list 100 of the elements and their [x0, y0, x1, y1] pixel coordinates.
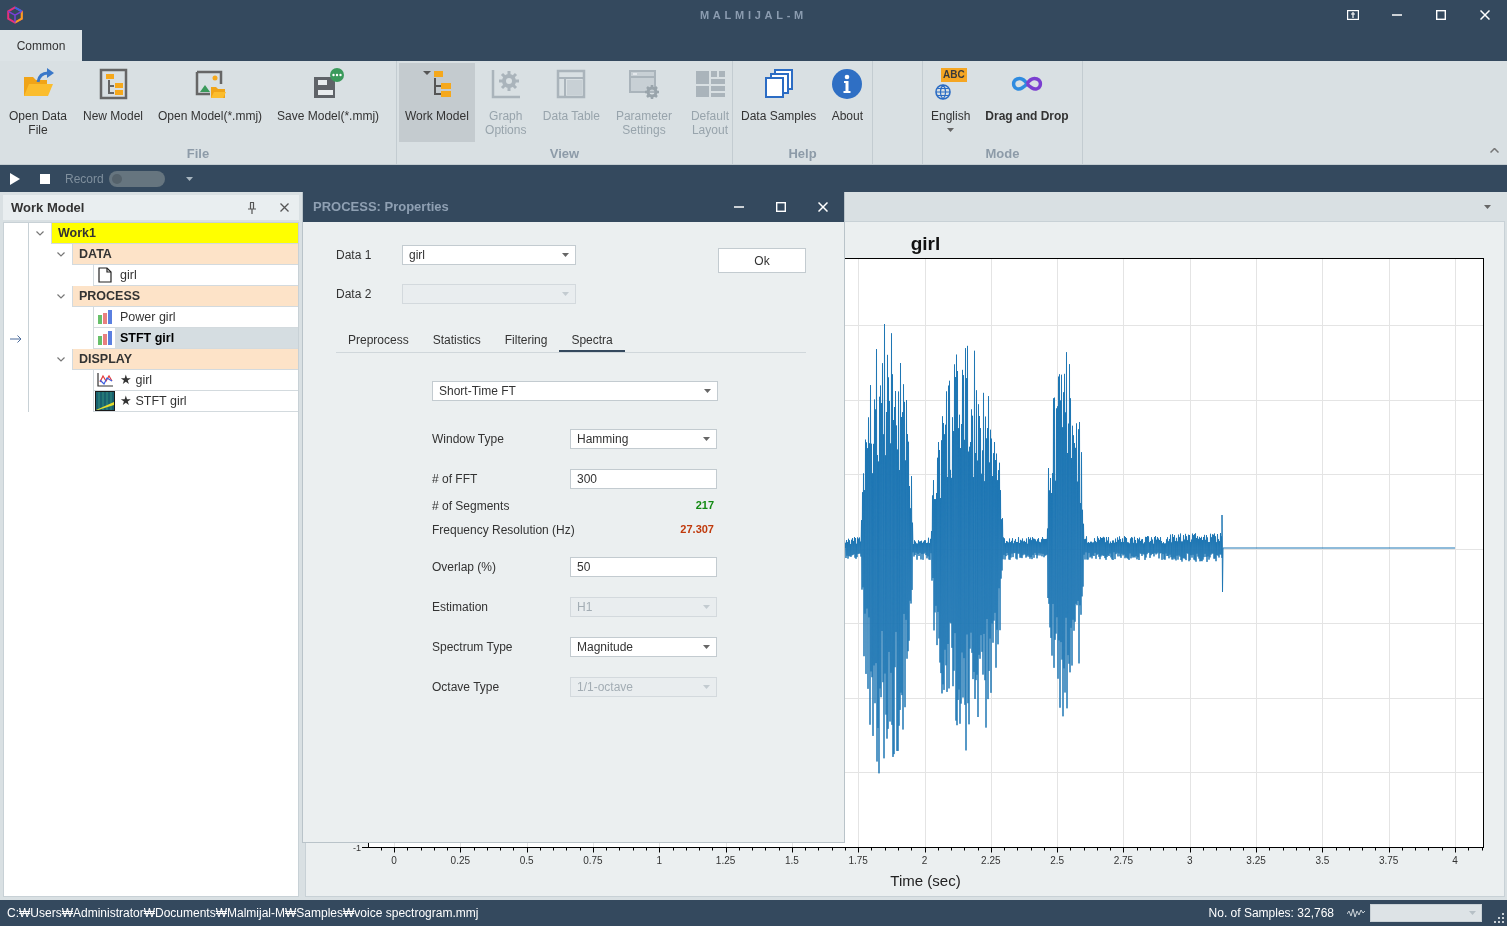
field-label: Estimation	[432, 599, 489, 616]
axis-tick-label: 0	[391, 855, 397, 866]
ok-button[interactable]: Ok	[718, 248, 806, 273]
caret-down-icon	[947, 128, 955, 132]
ribbon-button[interactable]: New Model	[77, 63, 150, 142]
axis-tick-label: 2.75	[1113, 855, 1134, 866]
axis-tick-label: 3.75	[1378, 855, 1399, 866]
ribbon-button[interactable]: Open Model(*.mmj)	[152, 63, 269, 142]
tab-list-button[interactable]	[1483, 202, 1492, 211]
dropdown[interactable]: Short-Time FT	[432, 381, 718, 401]
dropdown[interactable]: girl	[402, 245, 576, 265]
caret-down-icon	[1484, 204, 1491, 209]
dropdown-button[interactable]	[184, 174, 194, 183]
tab[interactable]: Preprocess	[336, 330, 421, 352]
tree-item[interactable]: PROCESS	[72, 286, 298, 307]
maximize-icon	[776, 202, 786, 212]
close-icon	[1480, 10, 1490, 20]
waveform-icon	[1347, 908, 1365, 918]
caret-down-icon	[703, 605, 710, 609]
square-plus-icon	[1347, 10, 1359, 20]
ribbon-button[interactable]: Drag and Drop	[979, 63, 1075, 142]
dropdown[interactable]: Hamming	[570, 429, 717, 449]
axis-tick-label: 0.75	[583, 855, 603, 866]
ribbon-tab[interactable]: Common	[0, 30, 82, 61]
chevron-down-icon[interactable]	[57, 252, 65, 257]
tree-item[interactable]: ★ girl	[93, 370, 298, 391]
field-label: Data 1	[336, 247, 373, 264]
file-icon	[97, 267, 112, 283]
panel-title: Work Model	[11, 198, 85, 217]
window-gear-icon	[627, 68, 660, 100]
axis-tick-label: 0.25	[450, 855, 471, 866]
bar-chart-icon	[97, 310, 112, 324]
infinity-icon	[1011, 76, 1044, 92]
pin-button[interactable]	[247, 201, 257, 214]
chevron-down-icon[interactable]	[57, 294, 65, 299]
tree-diagram-icon	[97, 68, 129, 100]
switch-knob	[111, 173, 122, 184]
tree-item[interactable]: DATA	[72, 244, 298, 265]
tree-item[interactable]: girl	[93, 265, 298, 286]
chart-title: girl	[910, 233, 941, 254]
axis-tick-label: 3.5	[1315, 855, 1330, 866]
record-toggle[interactable]	[108, 170, 165, 187]
chevron-up-icon	[1489, 148, 1499, 153]
readout-value: 27.307	[680, 523, 714, 536]
input-field[interactable]: 300	[570, 469, 717, 489]
group-label: File	[186, 145, 210, 164]
input-field[interactable]: 50	[570, 557, 717, 577]
field-label: Octave Type	[432, 679, 500, 696]
axis-tick-label: -1	[353, 842, 361, 853]
caret-down-icon	[703, 645, 710, 649]
ribbon-button[interactable]: Data Samples	[735, 63, 823, 142]
field-label: Spectrum Type	[432, 639, 513, 656]
pin-icon	[248, 201, 256, 214]
chevron-down-icon[interactable]	[57, 357, 65, 362]
stop-button[interactable]	[38, 171, 52, 186]
chevron-down-icon[interactable]	[36, 231, 44, 236]
tree-item[interactable]: DISPLAY	[72, 349, 298, 370]
axis-title: Time (sec)	[890, 872, 961, 889]
spectrogram-icon	[94, 391, 115, 411]
caret-down-icon	[1469, 911, 1476, 915]
ribbon-button[interactable]: ABC English	[925, 63, 977, 142]
dropdown[interactable]: Magnitude	[570, 637, 717, 657]
tree-item[interactable]: Work1	[51, 223, 298, 244]
tab[interactable]: Spectra	[559, 330, 625, 352]
sample-count: No. of Samples: 32,768	[1208, 905, 1334, 922]
tab[interactable]: Filtering	[492, 330, 560, 352]
tree-item[interactable]: ★ STFT girl	[93, 391, 298, 412]
caret-down-icon	[562, 292, 569, 296]
axis-tick-label: 0.5	[519, 855, 534, 866]
dialog-title: PROCESS: Properties	[313, 198, 449, 217]
minimize-icon	[1392, 14, 1402, 16]
axis-tick-label: 1	[656, 855, 663, 866]
tree-item[interactable]: Power girl	[93, 307, 298, 328]
maximize-icon	[1436, 10, 1446, 20]
stop-icon	[40, 173, 50, 184]
floppy-disk-icon	[312, 68, 345, 100]
minimize-icon	[734, 206, 744, 208]
ribbon-button[interactable]: Save Model(*.mmj)	[271, 63, 386, 142]
file-path: C:₩Users₩Administrator₩Documents₩Malmijal-M₩Samples₩voice spectrogram.mmj	[7, 905, 479, 922]
globe-icon	[934, 84, 951, 100]
axis-tick-label: 3	[1186, 855, 1193, 866]
field-label: Overlap (%)	[432, 559, 496, 576]
field-label: Data 2	[336, 286, 373, 303]
axis-tick-label: 2.5	[1050, 855, 1065, 866]
readout-value: 217	[695, 499, 714, 512]
axis-tick-label: 2	[921, 855, 928, 866]
ribbon-button[interactable]: Open Data File	[2, 63, 74, 142]
stacked-pages-icon	[762, 68, 795, 100]
resize-grip-icon	[1494, 913, 1504, 923]
axis-tick-label: 1.25	[715, 855, 736, 866]
close-button[interactable]	[279, 202, 289, 213]
collapse-ribbon-button[interactable]	[1488, 146, 1500, 155]
ribbon-button[interactable]: Work Model	[399, 63, 475, 142]
ribbon-button[interactable]: About	[825, 63, 870, 142]
tab[interactable]: Statistics	[420, 330, 493, 352]
play-button[interactable]	[8, 171, 22, 186]
table-icon	[555, 68, 588, 100]
axis-tick-label: 4	[1452, 855, 1458, 866]
tree-item[interactable]: STFT girl	[93, 328, 298, 349]
picture-folder-icon	[194, 68, 227, 100]
